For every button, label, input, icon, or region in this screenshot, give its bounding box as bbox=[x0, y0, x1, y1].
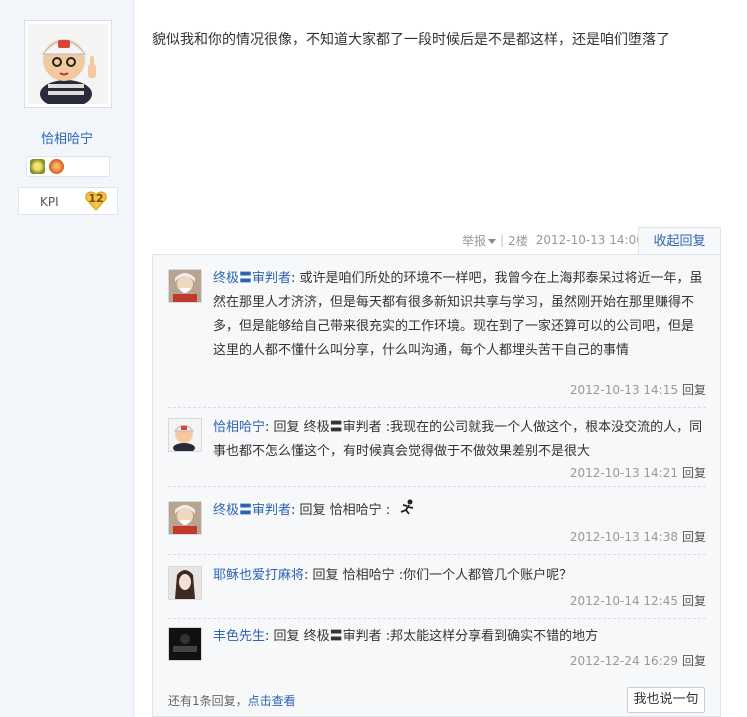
reply-avatar[interactable] bbox=[168, 566, 202, 600]
reply-date: 2012-12-24 16:29 bbox=[569, 654, 678, 668]
divider: | bbox=[500, 233, 505, 247]
report-link[interactable]: 举报 bbox=[462, 232, 497, 249]
reply-username[interactable]: 终极〓审判者 bbox=[213, 271, 291, 286]
reply-item: 终极〓审判者: 或许是咱们所处的环境不一样吧，我曾今在上海邦泰呆过将近一年，虽然… bbox=[168, 269, 706, 408]
author-name[interactable]: 恰相哈宁 bbox=[0, 128, 134, 147]
reply-item: 终极〓审判者: 回复 恰相哈宁 : 2012-10-13 14:38 回复 bbox=[168, 499, 706, 555]
reply-link[interactable]: 回复 bbox=[682, 383, 706, 397]
post-content: 貌似我和你的情况很像，不知道大家都了一段时候后是不是都这样，还是咱们堕落了 bbox=[152, 32, 670, 48]
reply-username[interactable]: 恰相哈宁 bbox=[213, 420, 265, 435]
reply-meta: 2012-10-13 14:21 回复 bbox=[570, 464, 706, 481]
kpi-label: KPI bbox=[40, 195, 59, 209]
reply-body: 丰色先生: 回复 终极〓审判者 :邦太能这样分享看到确实不错的地方 bbox=[213, 629, 599, 644]
floor-number: 2楼 bbox=[508, 233, 528, 248]
reply-link[interactable]: 回复 bbox=[682, 530, 706, 544]
reply-meta: 2012-10-13 14:15 回复 bbox=[570, 381, 706, 398]
reply-list: 终极〓审判者: 或许是咱们所处的环境不一样吧，我曾今在上海邦泰呆过将近一年，虽然… bbox=[152, 254, 721, 717]
reply-meta: 2012-10-14 12:45 回复 bbox=[570, 592, 706, 609]
sun-badge-icon[interactable] bbox=[30, 159, 45, 174]
reply-text: 回复 恰相哈宁 :你们一个人都管几个账户呢？ bbox=[312, 568, 573, 583]
reply-avatar[interactable] bbox=[168, 501, 202, 535]
reply-body: 恰相哈宁: 回复 终极〓审判者 :我现在的公司就我一个人做这个，根本没交流的人，… bbox=[213, 420, 703, 459]
reply-meta: 2012-12-24 16:29 回复 bbox=[570, 652, 706, 669]
reply-text: 回复 终极〓审判者 :我现在的公司就我一个人做这个，根本没交流的人，同事也都不怎… bbox=[213, 420, 703, 459]
reply-item: 恰相哈宁: 回复 终极〓审判者 :我现在的公司就我一个人做这个，根本没交流的人，… bbox=[168, 418, 706, 487]
view-more-link[interactable]: 点击查看 bbox=[248, 694, 296, 708]
reply-item: 耶稣也爱打麻将: 回复 恰相哈宁 :你们一个人都管几个账户呢？ 2012-10-… bbox=[168, 566, 706, 619]
badge-bar bbox=[26, 156, 110, 177]
kpi-level-box[interactable]: KPI 12 bbox=[18, 187, 118, 215]
post-date: 2012-10-13 14:06 bbox=[535, 233, 644, 247]
level-heart-icon: 12 bbox=[85, 191, 107, 211]
running-emoticon-icon bbox=[398, 499, 418, 526]
reply-text: 回复 恰相哈宁 : bbox=[299, 503, 391, 518]
reply-username[interactable]: 耶稣也爱打麻将 bbox=[213, 568, 304, 583]
reply-body: 终极〓审判者: 或许是咱们所处的环境不一样吧，我曾今在上海邦泰呆过将近一年，虽然… bbox=[213, 271, 703, 358]
reply-link[interactable]: 回复 bbox=[682, 594, 706, 608]
kpi-level-value: 12 bbox=[88, 192, 104, 205]
reply-meta: 2012-10-13 14:38 回复 bbox=[570, 528, 706, 545]
more-replies-text: 还有1条回复， bbox=[168, 694, 248, 708]
dropdown-arrow-icon bbox=[488, 238, 497, 244]
reply-date: 2012-10-13 14:21 bbox=[569, 466, 678, 480]
reply-date: 2012-10-13 14:38 bbox=[569, 530, 678, 544]
reply-date: 2012-10-14 12:45 bbox=[569, 594, 678, 608]
author-panel: 恰相哈宁 KPI 12 bbox=[0, 0, 134, 717]
collapse-replies-button[interactable]: 收起回复 bbox=[638, 227, 721, 255]
reply-avatar[interactable] bbox=[168, 269, 202, 303]
reply-link[interactable]: 回复 bbox=[682, 654, 706, 668]
reply-avatar[interactable] bbox=[168, 627, 202, 661]
reply-date: 2012-10-13 14:15 bbox=[569, 383, 678, 397]
reply-text: 回复 终极〓审判者 :邦太能这样分享看到确实不错的地方 bbox=[273, 629, 599, 644]
reply-username[interactable]: 丰色先生 bbox=[213, 629, 265, 644]
gamepad-badge-icon[interactable] bbox=[49, 159, 64, 174]
reply-item: 丰色先生: 回复 终极〓审判者 :邦太能这样分享看到确实不错的地方 2012-1… bbox=[168, 627, 706, 680]
author-avatar[interactable] bbox=[24, 20, 112, 108]
reply-link[interactable]: 回复 bbox=[682, 466, 706, 480]
post-tail: 举报 | 2楼 2012-10-13 14:06 bbox=[462, 231, 644, 249]
reply-body: 耶稣也爱打麻将: 回复 恰相哈宁 :你们一个人都管几个账户呢？ bbox=[213, 568, 573, 583]
author-avatar-image bbox=[28, 24, 108, 104]
add-reply-button[interactable]: 我也说一句 bbox=[627, 687, 705, 713]
reply-avatar[interactable] bbox=[168, 418, 202, 452]
reply-body: 终极〓审判者: 回复 恰相哈宁 : bbox=[213, 499, 703, 526]
more-replies: 还有1条回复，点击查看 bbox=[168, 692, 296, 709]
reply-username[interactable]: 终极〓审判者 bbox=[213, 503, 291, 518]
